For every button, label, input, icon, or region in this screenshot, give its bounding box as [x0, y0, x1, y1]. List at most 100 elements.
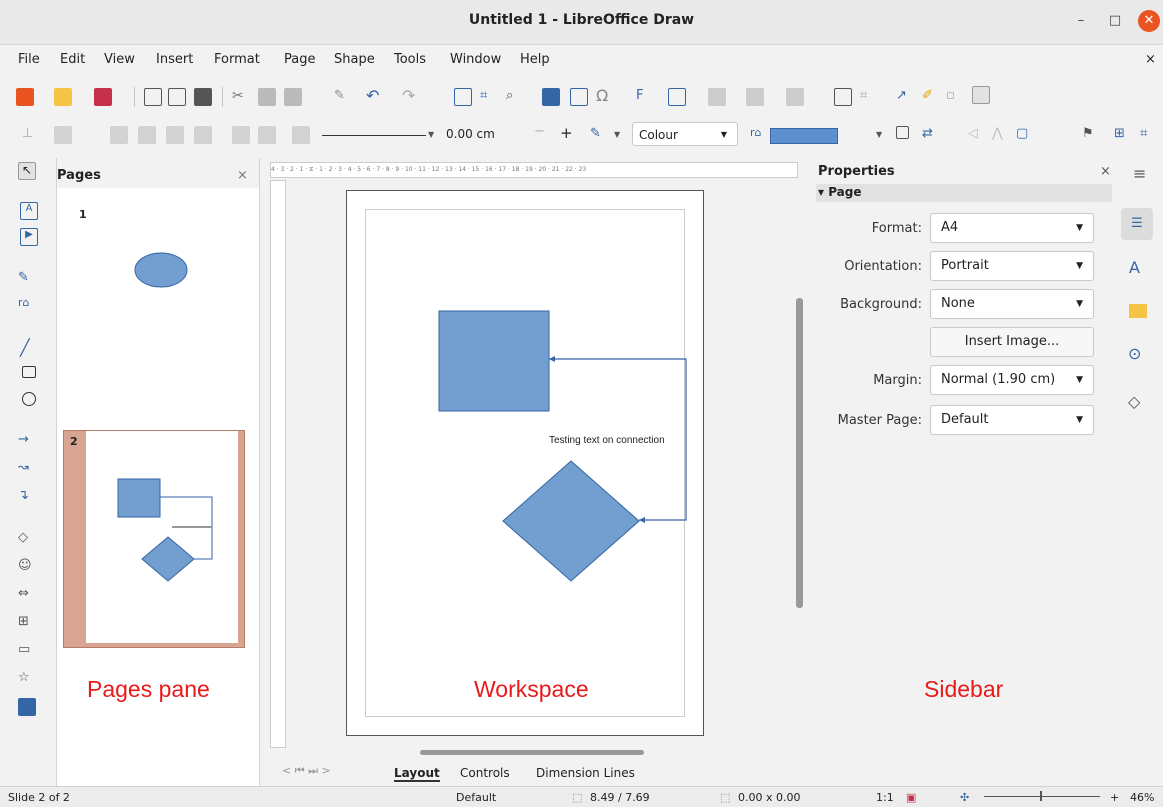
tab-dimension-lines[interactable]: Dimension Lines — [536, 766, 635, 780]
fontwork-gallery-icon[interactable]: ▶ — [20, 228, 38, 246]
select-icon[interactable]: ⊥ — [22, 126, 40, 144]
menu-shape[interactable]: Shape — [334, 52, 375, 67]
horizontal-ruler[interactable]: 4 · 3 · 2 · 1 · ⧖ · 1 · 2 · 3 · 4 · 5 · … — [270, 162, 798, 178]
helplines-move-icon[interactable]: ⌗ — [1140, 126, 1158, 144]
maximize-button[interactable]: □ — [1104, 10, 1126, 32]
sidebar-close-button[interactable]: × — [1100, 164, 1111, 179]
shadow-toggle-icon[interactable] — [896, 126, 909, 139]
vertical-ruler[interactable] — [270, 180, 286, 748]
distribute-icon[interactable] — [786, 88, 804, 106]
line-color-icon[interactable]: ✎ — [590, 126, 608, 144]
zoom-slider-thumb[interactable] — [1040, 791, 1042, 801]
redo-icon[interactable]: ↷ — [402, 86, 420, 105]
menu-edit[interactable]: Edit — [60, 52, 85, 67]
background-select[interactable]: None ▼ — [930, 289, 1094, 319]
line-style-select[interactable] — [322, 135, 426, 136]
table-icon[interactable]: ⊞ — [1114, 126, 1132, 144]
ellipse-tool-icon[interactable] — [22, 392, 36, 406]
export-pdf-icon[interactable] — [144, 88, 162, 106]
save-icon[interactable] — [94, 88, 112, 106]
rotate-icon[interactable]: ⋀ — [992, 126, 1010, 144]
shapes-tab-icon[interactable]: ◇ — [1128, 392, 1140, 411]
forward-icon[interactable] — [138, 126, 156, 144]
document-modified-icon[interactable]: ▣ — [906, 791, 916, 804]
show-draw-functions-icon[interactable] — [972, 86, 990, 104]
shadow-icon[interactable] — [834, 88, 852, 106]
minimize-button[interactable]: – — [1070, 10, 1092, 32]
send-back-icon[interactable] — [194, 126, 212, 144]
tab-layout[interactable]: Layout — [394, 766, 440, 782]
insert-textbox-icon[interactable] — [570, 88, 588, 106]
transformations-icon[interactable] — [668, 88, 686, 106]
navigator-tab-icon[interactable]: ⊙ — [1128, 344, 1141, 363]
page-section-header[interactable]: ▾ Page — [816, 184, 1112, 202]
fill-style-select[interactable]: Colour ▼ — [632, 122, 738, 146]
paste-icon[interactable] — [284, 88, 302, 106]
margin-select[interactable]: Normal (1.90 cm) ▼ — [930, 365, 1094, 395]
curve-tool-icon[interactable]: ↝ — [18, 460, 36, 478]
line-width-plus[interactable]: + — [560, 124, 573, 142]
flip-icon[interactable]: ◁ — [968, 126, 986, 144]
glue-points-icon[interactable]: ✐ — [922, 88, 940, 106]
points-icon[interactable]: ↗ — [896, 88, 914, 106]
line-width-field[interactable]: 0.00 cm — [440, 122, 520, 146]
stars-icon[interactable]: ☆ — [18, 670, 36, 688]
fontwork-icon[interactable]: F — [636, 88, 654, 106]
cut-icon[interactable]: ✂ — [232, 88, 250, 106]
insert-image-button[interactable]: Insert Image... — [930, 327, 1094, 357]
area-icon[interactable]: ▢ — [1016, 126, 1034, 144]
in-front-icon[interactable] — [232, 126, 250, 144]
fill-color-swatch[interactable] — [770, 128, 838, 144]
toggle-extrusion-icon[interactable]: ▫ — [946, 88, 964, 106]
insert-image-icon[interactable] — [542, 88, 560, 106]
sidebar-deck-icon[interactable]: ⚑ — [1082, 126, 1100, 144]
gallery-tab-icon[interactable] — [1129, 304, 1147, 318]
arrow-line-tool-icon[interactable]: → — [18, 432, 36, 450]
close-window-button[interactable]: ✕ — [1138, 10, 1160, 32]
square-shape[interactable] — [438, 310, 550, 412]
tab-nav-buttons[interactable]: < ⏮ ⏭ > — [282, 764, 331, 778]
menu-file[interactable]: File — [18, 52, 40, 67]
copy-icon[interactable] — [258, 88, 276, 106]
new-icon[interactable] — [16, 88, 34, 106]
menu-tools[interactable]: Tools — [394, 52, 426, 67]
line-color-dropdown-icon[interactable]: ▼ — [614, 130, 620, 139]
align-icon[interactable] — [708, 88, 726, 106]
crop-icon[interactable]: ⌗ — [860, 88, 878, 106]
master-page-select[interactable]: Default ▼ — [930, 405, 1094, 435]
line-color-tool-icon[interactable]: ✎ — [18, 270, 36, 288]
styles-tab-icon[interactable]: A — [1129, 258, 1140, 277]
export-icon[interactable] — [168, 88, 186, 106]
menu-help[interactable]: Help — [520, 52, 550, 67]
close-document-button[interactable]: × — [1145, 52, 1156, 67]
grid-icon[interactable] — [454, 88, 472, 106]
zoom-icon[interactable]: ⌕ — [506, 88, 524, 106]
orientation-select[interactable]: Portrait ▼ — [930, 251, 1094, 281]
menu-page[interactable]: Page — [284, 52, 315, 67]
line-style-dropdown-icon[interactable]: ▼ — [428, 130, 434, 139]
basic-shapes-icon[interactable]: ◇ — [18, 530, 36, 548]
horizontal-scrollbar[interactable] — [420, 750, 644, 755]
line-width-minus[interactable]: − — [534, 124, 545, 139]
align-objects-icon[interactable] — [54, 126, 72, 144]
connector-tool-icon[interactable]: ↴ — [18, 488, 36, 506]
page-thumbnail-2[interactable]: 2 — [63, 430, 245, 648]
tab-controls[interactable]: Controls — [460, 766, 510, 780]
connector-text[interactable]: Testing text on connection — [549, 435, 665, 446]
menu-window[interactable]: Window — [450, 52, 501, 67]
flowchart-icon[interactable]: ⊞ — [18, 614, 36, 632]
reverse-icon[interactable] — [292, 126, 310, 144]
fill-color-dropdown-icon[interactable]: ▼ — [876, 130, 882, 139]
select-arrow-icon[interactable]: ↖ — [18, 162, 36, 180]
arrange-icon[interactable] — [746, 88, 764, 106]
backward-icon[interactable] — [166, 126, 184, 144]
open-folder-icon[interactable] — [54, 88, 72, 106]
properties-tab-icon[interactable]: ☰ — [1121, 208, 1153, 240]
line-tool-icon[interactable]: ╱ — [20, 338, 38, 357]
arrow-style-icon[interactable]: ⇄ — [922, 126, 940, 144]
menu-view[interactable]: View — [104, 52, 135, 67]
print-icon[interactable] — [194, 88, 212, 106]
bring-front-icon[interactable] — [110, 126, 128, 144]
page-canvas[interactable]: Testing text on connection — [346, 190, 704, 736]
rectangle-tool-icon[interactable] — [22, 366, 36, 378]
